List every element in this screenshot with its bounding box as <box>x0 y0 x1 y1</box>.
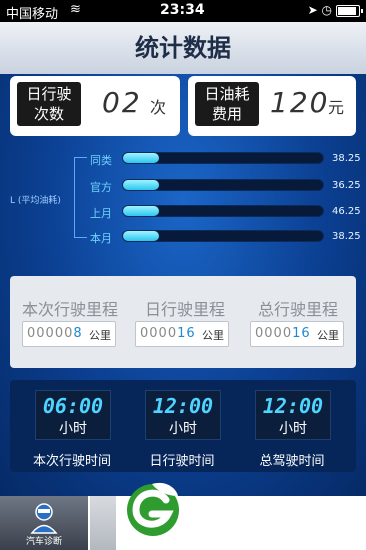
daily-trips-label: 日行驶 次数 <box>17 82 81 126</box>
fuel-bar-value: 38.25 <box>332 231 361 242</box>
daily-mileage-box: 000016 公里 <box>135 321 229 347</box>
location-icon: ➤ ◷ <box>307 3 332 17</box>
time-panel: 06:00 小时 12:00 小时 12:00 小时 本次行驶时间 日行驶时间 … <box>10 380 356 472</box>
fuel-bar-value: 46.25 <box>332 206 361 217</box>
tab-car-diagnosis[interactable]: 汽车诊断 <box>0 496 88 550</box>
total-time-box: 12:00 小时 <box>255 390 331 440</box>
fuel-bar-row: 本月 38.25 <box>0 230 366 245</box>
tab-car-diagnosis-label: 汽车诊断 <box>25 537 62 547</box>
mechanic-icon <box>30 503 58 534</box>
total-time-value: 12:00 <box>262 394 324 418</box>
wifi-icon: ≋ <box>70 2 81 17</box>
daily-time-value: 12:00 <box>152 394 214 418</box>
trip-mileage-box: 000008 公里 <box>22 321 116 347</box>
daily-mileage-title: 日行驶里程 <box>144 300 225 319</box>
daily-trips-label-line1: 日行驶 <box>26 85 72 103</box>
fuel-bar-track <box>122 179 324 191</box>
daily-fuel-value: 120 <box>270 86 330 119</box>
time-unit: 小时 <box>169 421 197 437</box>
total-mileage-box: 000016 公里 <box>250 321 344 347</box>
fuel-bar-track <box>122 205 324 217</box>
total-mileage-title: 总行驶里程 <box>257 300 338 319</box>
daily-trips-card: 日行驶 次数 02 次 <box>10 76 180 136</box>
fuel-bar-fill <box>123 206 159 216</box>
daily-time-box: 12:00 小时 <box>145 390 221 440</box>
daily-fuel-card: 日油耗 费用 120 元 <box>188 76 356 136</box>
time-unit: 小时 <box>59 421 87 437</box>
total-time-label: 总驾驶时间 <box>259 454 325 469</box>
carrier-label: 中国移动 <box>6 7 59 22</box>
clock: 23:34 <box>160 2 205 18</box>
daily-fuel-label: 日油耗 费用 <box>195 82 259 126</box>
total-mileage-value: 000016 <box>255 326 311 341</box>
daily-trips-unit: 次 <box>150 98 167 117</box>
fuel-bar-value: 36.25 <box>332 180 361 191</box>
fuel-bar-value: 38.25 <box>332 153 361 164</box>
daily-trips-label-line2: 次数 <box>33 105 64 123</box>
daily-trips-value: 02 <box>102 86 142 119</box>
daily-fuel-unit: 元 <box>328 98 345 117</box>
trip-time-value: 06:00 <box>42 394 104 418</box>
mileage-unit: 公里 <box>89 329 111 342</box>
chart-bracket <box>74 157 87 238</box>
trip-mileage-value: 000008 <box>27 326 83 341</box>
fuel-bar-label: 本月 <box>90 232 112 245</box>
fuel-bar-track <box>122 152 324 164</box>
fuel-bar-label: 上月 <box>90 207 112 220</box>
daily-fuel-label-line1: 日油耗 <box>204 85 250 103</box>
fuel-bar-fill <box>123 231 159 241</box>
fuel-bar-row: 上月 46.25 <box>0 205 366 220</box>
mileage-unit: 公里 <box>317 329 339 342</box>
daily-fuel-label-line2: 费用 <box>211 105 242 123</box>
status-bar: 中国移动 ≋ 23:34 ➤ ◷ <box>0 0 366 22</box>
trip-time-box: 06:00 小时 <box>35 390 111 440</box>
mileage-unit: 公里 <box>202 329 224 342</box>
battery-icon <box>336 5 363 17</box>
fuel-bar-fill <box>123 180 159 190</box>
daily-time-label: 日行驶时间 <box>149 454 215 469</box>
trip-mileage-title: 本次行驶里程 <box>21 300 118 319</box>
fuel-bar-label: 官方 <box>90 181 112 194</box>
fuel-bar-track <box>122 230 324 242</box>
fuel-bar-fill <box>123 153 159 163</box>
tab-divider <box>90 496 116 550</box>
brand-logo <box>127 482 179 536</box>
fuel-bar-label: 同类 <box>90 154 112 167</box>
fuel-bar-row: 同类 38.25 <box>0 152 366 167</box>
page-title: 统计数据 <box>0 22 366 74</box>
time-unit: 小时 <box>279 421 307 437</box>
mileage-panel: 本次行驶里程 日行驶里程 总行驶里程 000008 公里 000016 公里 0… <box>10 276 356 368</box>
trip-time-label: 本次行驶时间 <box>32 454 111 469</box>
fuel-bar-row: 官方 36.25 <box>0 179 366 194</box>
daily-mileage-value: 000016 <box>140 326 196 341</box>
